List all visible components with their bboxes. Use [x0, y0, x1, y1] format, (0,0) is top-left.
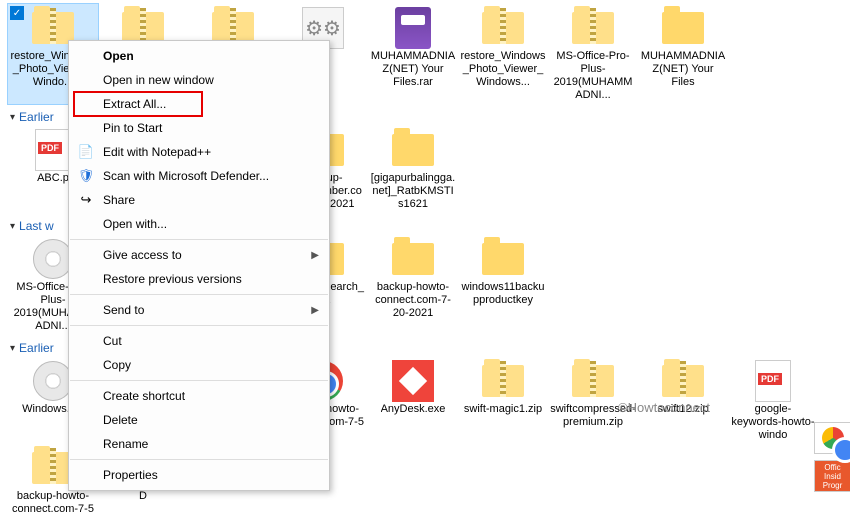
- folder-icon: [389, 130, 437, 170]
- menu-item-give-access-to[interactable]: Give access to ▶: [69, 243, 329, 267]
- file-item[interactable]: google-keywords-howto-windo: [728, 357, 818, 444]
- file-label: MUHAMMADNIAZ(NET) Your Files: [640, 50, 726, 89]
- zip-folder-icon: [569, 361, 617, 401]
- menu-item-label: Copy: [103, 358, 131, 372]
- zip-folder-icon: [659, 361, 707, 401]
- chevron-down-icon: ▾: [10, 112, 15, 123]
- file-label: MUHAMMADNIAZ(NET) Your Files.rar: [370, 50, 456, 89]
- office-insider-peek[interactable]: OfficInsidProgr: [814, 460, 850, 492]
- menu-item-share[interactable]: ↪ Share: [69, 188, 329, 212]
- anydesk-icon: [389, 361, 437, 401]
- menu-item-copy[interactable]: Copy: [69, 353, 329, 377]
- file-label: MS-Office-Pro-Plus-2019(MUHAMMADNI...: [550, 50, 636, 102]
- menu-separator: [70, 325, 328, 326]
- watermark-text: ©Howtoconnect: [618, 400, 710, 415]
- menu-separator: [70, 459, 328, 460]
- menu-item-cut[interactable]: Cut: [69, 329, 329, 353]
- menu-item-open-with[interactable]: Open with...: [69, 212, 329, 236]
- menu-item-label: Share: [103, 193, 135, 207]
- menu-item-label: Edit with Notepad++: [103, 145, 211, 159]
- group-header-label: Earlier: [19, 110, 54, 124]
- folder-icon: [659, 8, 707, 48]
- menu-item-pin-to-start[interactable]: Pin to Start: [69, 116, 329, 140]
- folder-icon: [389, 239, 437, 279]
- file-label: backup-howto-connect.com-7-20-2021: [370, 281, 456, 320]
- menu-separator: [70, 294, 328, 295]
- file-label: [gigapurbalingga.net]_RatbKMSTIs1621: [370, 172, 456, 211]
- chrome-peek-icon[interactable]: [814, 422, 850, 454]
- file-label: google-keywords-howto-windo: [730, 403, 816, 442]
- file-item[interactable]: swift-magic1.zip: [458, 357, 548, 444]
- menu-item-send-to[interactable]: Send to ▶: [69, 298, 329, 322]
- file-label: backup-howto-connect.com-7-5: [10, 490, 96, 516]
- file-item[interactable]: MS-Office-Pro-Plus-2019(MUHAMMADNI...: [548, 4, 638, 104]
- right-edge-peek: OfficInsidProgr: [814, 422, 850, 492]
- menu-item-rename[interactable]: Rename: [69, 432, 329, 456]
- menu-item-label: Scan with Microsoft Defender...: [103, 169, 269, 183]
- file-label: ABC.p: [37, 172, 69, 185]
- menu-item-label: Cut: [103, 334, 122, 348]
- file-label: restore_Windows_Photo_Viewer_Windows...: [460, 50, 546, 89]
- menu-item-create-shortcut[interactable]: Create shortcut: [69, 384, 329, 408]
- rar-icon: [389, 8, 437, 48]
- shield-icon: 🛡: [77, 167, 95, 185]
- menu-item-label: Extract All...: [103, 97, 166, 111]
- file-label: D: [139, 490, 147, 503]
- menu-item-label: Rename: [103, 437, 148, 451]
- menu-item-label: Restore previous versions: [103, 272, 242, 286]
- menu-item-scan-with-microsoft-defender[interactable]: 🛡 Scan with Microsoft Defender...: [69, 164, 329, 188]
- file-item[interactable]: MUHAMMADNIAZ(NET) Your Files.rar: [368, 4, 458, 104]
- file-item[interactable]: AnyDesk.exe: [368, 357, 458, 444]
- menu-item-label: Delete: [103, 413, 138, 427]
- zip-folder-icon: [479, 8, 527, 48]
- file-item[interactable]: backup-howto-connect.com-7-20-2021: [368, 235, 458, 335]
- menu-item-edit-with-notepad[interactable]: 📄 Edit with Notepad++: [69, 140, 329, 164]
- chevron-right-icon: ▶: [311, 305, 319, 316]
- menu-separator: [70, 239, 328, 240]
- menu-item-extract-all[interactable]: Extract All...: [69, 92, 329, 116]
- menu-item-label: Open: [103, 49, 134, 63]
- peek-text: OfficInsidProgr: [823, 463, 843, 490]
- menu-item-open[interactable]: Open: [69, 44, 329, 68]
- menu-item-delete[interactable]: Delete: [69, 408, 329, 432]
- group-header-label: Last w: [19, 219, 54, 233]
- file-label: windows11backupproductkey: [460, 281, 546, 307]
- file-item[interactable]: windows11backupproductkey: [458, 235, 548, 335]
- zip-folder-icon: [479, 361, 527, 401]
- group-header-label: Earlier: [19, 341, 54, 355]
- file-item[interactable]: [gigapurbalingga.net]_RatbKMSTIs1621: [368, 126, 458, 213]
- check-icon: ✓: [10, 6, 24, 20]
- menu-item-properties[interactable]: Properties: [69, 463, 329, 487]
- pdf-icon: [749, 361, 797, 401]
- menu-item-label: Open with...: [103, 217, 167, 231]
- menu-item-label: Properties: [103, 468, 158, 482]
- menu-separator: [70, 380, 328, 381]
- chevron-right-icon: ▶: [311, 250, 319, 261]
- zip-folder-icon: [569, 8, 617, 48]
- menu-item-restore-previous-versions[interactable]: Restore previous versions: [69, 267, 329, 291]
- context-menu: Open Open in new window Extract All... Pin …: [68, 40, 330, 491]
- menu-item-open-in-new-window[interactable]: Open in new window: [69, 68, 329, 92]
- file-label: AnyDesk.exe: [381, 403, 446, 416]
- chevron-down-icon: ▾: [10, 221, 15, 232]
- file-item[interactable]: MUHAMMADNIAZ(NET) Your Files: [638, 4, 728, 104]
- menu-item-label: Send to: [103, 303, 144, 317]
- menu-item-label: Pin to Start: [103, 121, 162, 135]
- share-icon: ↪: [77, 191, 95, 209]
- menu-item-label: Give access to: [103, 248, 182, 262]
- notepad-icon: 📄: [77, 143, 95, 161]
- file-label: swift-magic1.zip: [464, 403, 542, 416]
- menu-item-label: Create shortcut: [103, 389, 185, 403]
- folder-icon: [479, 239, 527, 279]
- chevron-down-icon: ▾: [10, 343, 15, 354]
- file-item[interactable]: restore_Windows_Photo_Viewer_Windows...: [458, 4, 548, 104]
- menu-item-label: Open in new window: [103, 73, 214, 87]
